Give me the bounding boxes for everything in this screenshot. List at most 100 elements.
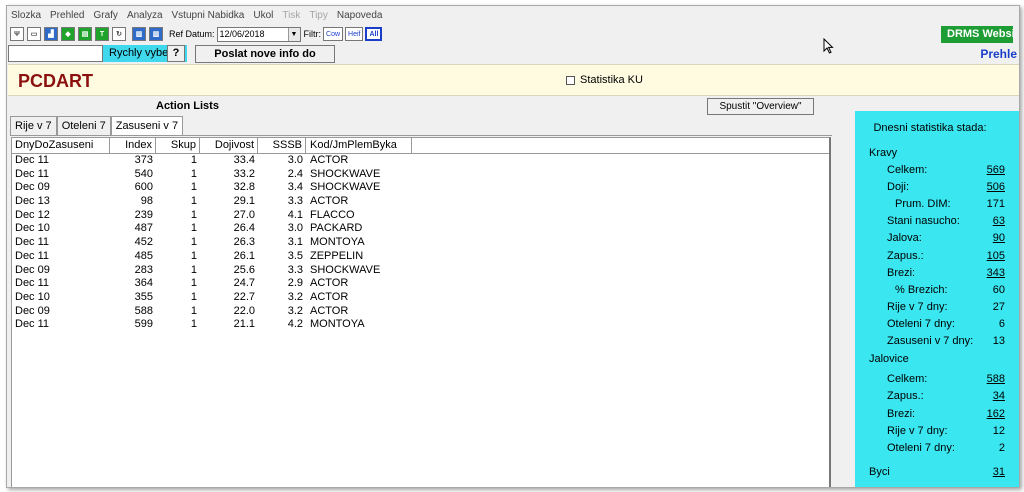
stat-link[interactable]: 90 (993, 232, 1005, 244)
stat-row[interactable]: Jalova: 90 (855, 232, 1005, 246)
table-cell: 4.2 (287, 318, 303, 331)
stat-link[interactable]: 343 (987, 267, 1005, 279)
table-row[interactable]: Dec 13 98 1 29.1 3.3 ACTOR (12, 195, 829, 209)
stat-row: Prum. DIM: 171 (855, 198, 1005, 212)
tab-oteleni[interactable]: Oteleni 7 (56, 116, 111, 135)
send-info-button[interactable]: Poslat nove info do dojirny (195, 45, 335, 76)
chart-green-icon-1[interactable]: ▥ (132, 27, 146, 41)
column-header[interactable]: SSSB (258, 138, 306, 153)
stat-link[interactable]: 569 (987, 164, 1005, 176)
quick-select-input[interactable] (8, 45, 103, 62)
table-cell: 22.0 (233, 304, 255, 317)
table-cell: Dec 09 (15, 263, 50, 276)
table-row[interactable]: Dec 11 599 1 21.1 4.2 MONTOYA (12, 318, 829, 332)
filter-heif-button[interactable]: Heif (345, 27, 364, 41)
menu-item-vstupni-nabidka[interactable]: Vstupni Nabidka (172, 10, 245, 21)
stat-link[interactable]: 105 (987, 250, 1005, 262)
table-cell: 22.7 (233, 290, 255, 303)
table-row[interactable]: Dec 11 364 1 24.7 2.9 ACTOR (12, 277, 829, 291)
checkbox-box[interactable] (566, 75, 575, 85)
stat-link[interactable]: 31 (993, 466, 1005, 478)
stat-row[interactable]: Celkem: 569 (855, 164, 1005, 178)
table-cell: 1 (190, 167, 197, 180)
table-row[interactable]: Dec 10 355 1 22.7 3.2 ACTOR (12, 291, 829, 305)
table-cell: 1 (190, 236, 197, 249)
table-cell: 1 (190, 249, 197, 262)
menu-item-grafy[interactable]: Grafy (93, 10, 117, 21)
sort-green-icon[interactable]: ▤ (78, 27, 92, 41)
shield-icon[interactable]: ◆ (61, 27, 75, 41)
tab-divider (10, 135, 832, 136)
table-cell: 26.3 (233, 236, 255, 249)
column-header[interactable]: DnyDoZasuseni (12, 138, 110, 153)
table-cell: 1 (190, 154, 197, 166)
stat-row[interactable]: Celkem: 588 (855, 373, 1005, 387)
tab-rije[interactable]: Rije v 7 (10, 116, 57, 135)
sync-icon[interactable]: ↻ (112, 27, 126, 41)
ref-date-picker[interactable]: 12/06/2018 ▼ (216, 26, 301, 42)
menu-item-ukol[interactable]: Ukol (253, 10, 273, 21)
column-header[interactable]: Kod/JmPlemByka (306, 138, 412, 153)
table-row[interactable]: Dec 11 540 1 33.2 2.4 SHOCKWAVE (12, 168, 829, 182)
table-cell: SHOCKWAVE (310, 263, 381, 276)
menu-item-analyza[interactable]: Analyza (127, 10, 163, 21)
stat-link[interactable]: 63 (993, 215, 1005, 227)
stat-value: 171 (986, 198, 1005, 210)
quick-help-button[interactable]: ? (167, 45, 185, 62)
stat-row[interactable]: Stani nasucho: 63 (855, 215, 1005, 229)
filter-cow-button[interactable]: Cow (323, 27, 344, 41)
table-cell: 1 (190, 318, 197, 331)
stat-row[interactable]: Byci 31 (855, 466, 1005, 480)
menu-item-slozka[interactable]: Slozka (11, 10, 41, 21)
stat-link[interactable]: 162 (987, 408, 1005, 420)
menu-item-prehled[interactable]: Prehled (50, 10, 84, 21)
table-cell: ACTOR (310, 277, 349, 290)
filter-all-button[interactable]: All (365, 27, 383, 41)
stat-label: Oteleni 7 dny: (887, 442, 955, 454)
pitchfork-icon[interactable]: Ψ (10, 27, 24, 41)
table-row[interactable]: Dec 11 485 1 26.1 3.5 ZEPPELIN (12, 250, 829, 264)
table-row[interactable]: Dec 09 588 1 22.0 3.2 ACTOR (12, 305, 829, 319)
stat-row[interactable]: Brezi: 162 (855, 408, 1005, 422)
table-cell: Dec 11 (15, 249, 50, 262)
stat-link[interactable]: 588 (987, 373, 1005, 385)
stat-row[interactable]: Zapus.: 34 (855, 390, 1005, 404)
table-cell: 355 (134, 290, 153, 303)
column-header[interactable]: Dojivost (200, 138, 258, 153)
menu-item-tisk[interactable]: Tisk (282, 10, 300, 21)
menu-item-tipy[interactable]: Tipy (309, 10, 328, 21)
table-row[interactable]: Dec 11 373 1 33.4 3.0 ACTOR (12, 154, 829, 168)
chart-icon[interactable]: ▟ (44, 27, 58, 41)
statistika-ku-checkbox[interactable]: Statistika KU (566, 74, 643, 86)
text-green-icon[interactable]: T (95, 27, 109, 41)
table-cell: SHOCKWAVE (310, 181, 381, 194)
column-header[interactable]: Skup (156, 138, 200, 153)
book-icon[interactable]: ▭ (27, 27, 41, 41)
stat-link[interactable]: 34 (993, 390, 1005, 402)
tab-zasuseni[interactable]: Zasuseni v 7 (110, 116, 184, 136)
prehled-link[interactable]: Prehle (980, 47, 1017, 61)
table-cell: Dec 11 (15, 277, 50, 290)
menu-item-napoveda[interactable]: Napoveda (337, 10, 383, 21)
table-row[interactable]: Dec 09 283 1 25.6 3.3 SHOCKWAVE (12, 264, 829, 278)
action-list[interactable]: DnyDoZasuseni Index Skup Dojivost SSSB K… (11, 137, 831, 487)
drms-website-button[interactable]: DRMS Websit (941, 26, 1013, 43)
stat-label: Rije v 7 dny: (887, 301, 948, 313)
stat-label: Celkem: (887, 164, 928, 176)
table-row[interactable]: Dec 10 487 1 26.4 3.0 PACKARD (12, 222, 829, 236)
stat-row[interactable]: Brezi: 343 (855, 267, 1005, 281)
table-row[interactable]: Dec 11 452 1 26.3 3.1 MONTOYA (12, 236, 829, 250)
chevron-down-icon[interactable]: ▼ (287, 27, 300, 41)
table-cell: 26.4 (233, 222, 255, 235)
table-row[interactable]: Dec 09 600 1 32.8 3.4 SHOCKWAVE (12, 181, 829, 195)
stat-label: Byci (869, 466, 890, 478)
chart-green-icon-2[interactable]: ▥ (149, 27, 163, 41)
stat-row[interactable]: Doji: 506 (855, 181, 1005, 195)
overview-button[interactable]: Spustit "Overview" (707, 98, 814, 115)
stat-row[interactable]: Zapus.: 105 (855, 250, 1005, 264)
table-row[interactable]: Dec 12 239 1 27.0 4.1 FLACCO (12, 209, 829, 223)
stat-link[interactable]: 506 (987, 181, 1005, 193)
column-header[interactable]: Index (110, 138, 156, 153)
stat-label: % Brezich: (895, 284, 948, 296)
table-cell: Dec 10 (15, 222, 50, 235)
